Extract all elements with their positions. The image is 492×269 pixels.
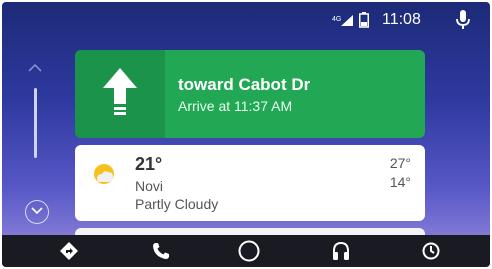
scroll-down-button[interactable] bbox=[25, 200, 49, 224]
navigation-eta: Arrive at 11:37 AM bbox=[178, 98, 293, 114]
bottom-nav-bar bbox=[2, 235, 490, 267]
weather-card[interactable]: 21° Novi Partly Cloudy 27° 14° bbox=[75, 145, 425, 221]
straight-arrow-icon bbox=[103, 68, 137, 115]
svg-text:4G: 4G bbox=[332, 16, 341, 23]
audio-icon[interactable] bbox=[332, 242, 350, 260]
home-icon[interactable] bbox=[238, 240, 260, 262]
current-temperature: 21° bbox=[135, 154, 163, 174]
low-temperature: 14° bbox=[389, 174, 411, 190]
weather-condition: Partly Cloudy bbox=[135, 196, 219, 212]
phone-icon[interactable] bbox=[152, 242, 170, 260]
mic-icon[interactable] bbox=[456, 10, 470, 30]
status-bar: 4G 11:08 bbox=[2, 2, 490, 36]
signal-icon: 4G bbox=[332, 15, 353, 26]
scroll-up-icon[interactable] bbox=[28, 64, 42, 72]
high-temperature: 27° bbox=[389, 155, 411, 171]
navigation-icon[interactable] bbox=[60, 242, 78, 260]
battery-icon bbox=[359, 12, 369, 28]
navigation-card[interactable]: toward Cabot Dr Arrive at 11:37 AM bbox=[75, 50, 425, 138]
navigation-title: toward Cabot Dr bbox=[178, 75, 311, 94]
scroll-indicator bbox=[34, 88, 37, 158]
weather-city: Novi bbox=[135, 178, 164, 194]
direction-icon-box bbox=[75, 50, 165, 138]
chevron-down-icon bbox=[31, 207, 43, 215]
android-auto-screen: 4G 11:08 toward Cabot Dr Arrive at 11:37… bbox=[2, 2, 490, 267]
partly-cloudy-icon bbox=[94, 164, 114, 184]
status-time: 11:08 bbox=[382, 11, 421, 28]
recents-icon[interactable] bbox=[422, 242, 440, 260]
